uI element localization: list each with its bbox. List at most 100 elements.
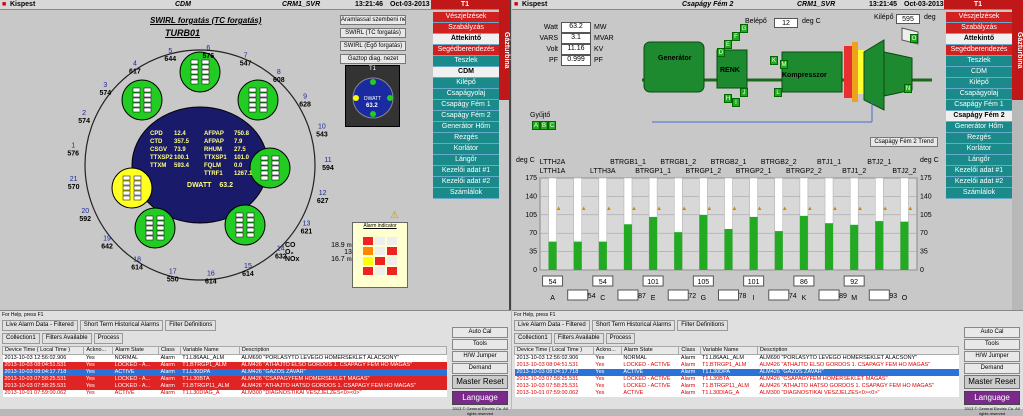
menu-item-7[interactable]: Csapágyolaj	[946, 89, 1012, 100]
view-button-4[interactable]: Gaztop diag. nezet	[340, 54, 406, 64]
alarm-column-header[interactable]: Class	[157, 346, 181, 355]
menu-item-13[interactable]: Lángőr	[433, 155, 499, 166]
alarm-column-header[interactable]: Variable Name	[179, 346, 240, 355]
alarm-column-header[interactable]: Ackno...	[592, 346, 622, 355]
left-side-tab[interactable]: Gázturbina	[499, 0, 510, 100]
menu-item-14[interactable]: Kezelői adat #1	[946, 166, 1012, 177]
alarm-column-header[interactable]: Alarm State	[620, 346, 680, 355]
menu-item-7[interactable]: Csapágyolaj	[433, 89, 499, 100]
menu-item-3[interactable]: Segédberendezés	[946, 45, 1012, 56]
alarm-row[interactable]: 2013-10-03 08:04:17.718 Yes ACTIVE Alarm T1.…	[2, 369, 447, 376]
menu-item-8[interactable]: Csapágy Fém 1	[946, 100, 1012, 111]
menu-item-3[interactable]: Segédberendezés	[433, 45, 499, 56]
alarm-side-button-2[interactable]: H/W Jumper	[964, 351, 1020, 362]
alarm-column-header[interactable]: Class	[678, 346, 701, 355]
view-button-3[interactable]: SWIRL (Égő forgatás)	[340, 41, 406, 51]
language-button[interactable]: Language	[452, 391, 508, 405]
menu-item-12[interactable]: Korlátor	[433, 144, 499, 155]
menu-item-15[interactable]: Kezelői adat #2	[433, 177, 499, 188]
alarm-row[interactable]: 2013-10-03 12:56:02.906 Yes NORMAL Alarm T1.…	[514, 354, 959, 362]
menu-item-9[interactable]: Csapágy Fém 2	[433, 111, 499, 122]
alarm-side-button-2[interactable]: H/W Jumper	[452, 351, 508, 362]
burner-cell	[133, 195, 142, 201]
alarm-column-header[interactable]: Variable Name	[699, 346, 758, 355]
burner-can-3[interactable]	[237, 79, 279, 121]
alarm-side-button-1[interactable]: Tools	[452, 339, 508, 350]
alarm-row[interactable]: 2013-10-03 07:58:25.531 Yes LOCKED - A... A…	[2, 383, 447, 390]
alarm-tab-0[interactable]: Live Alarm Data - Filtered	[514, 320, 590, 331]
alarm-side-button-0[interactable]: Auto Cal	[964, 327, 1020, 338]
master-reset-button[interactable]: Master Reset	[452, 375, 508, 389]
menu-item-9[interactable]: Csapágy Fém 2	[946, 111, 1012, 122]
menu-item-6[interactable]: Kilépő	[433, 78, 499, 89]
alarm-row[interactable]: 2013-10-03 07:58:25.531 Yes LOCKED - ACTIV…	[514, 376, 959, 383]
master-reset-button[interactable]: Master Reset	[964, 375, 1020, 389]
alarm-tab-2[interactable]: Filter Definitions	[677, 320, 729, 331]
alarm-row[interactable]: 2013-10-03 12:56:02.906 Yes NORMAL Alarm T1.…	[2, 354, 447, 362]
menu-item-0[interactable]: Vészjelzések	[946, 12, 1012, 23]
alarm-toolbar-item-2[interactable]: Process	[605, 333, 636, 344]
menu-item-0[interactable]: Vészjelzések	[433, 12, 499, 23]
menu-item-13[interactable]: Lángőr	[946, 155, 1012, 166]
menu-item-5[interactable]: CDM	[946, 67, 1012, 78]
chart-value-box	[768, 289, 790, 301]
alarm-column-header[interactable]: Device Time ( Local Time )	[1, 346, 85, 355]
alarm-toolbar-item-1[interactable]: Filters Available	[553, 333, 604, 344]
alarm-toolbar-item-1[interactable]: Filters Available	[41, 333, 92, 344]
alarm-row[interactable]: 2013-10-03 08:04:51.531 Yes LOCKED - ACTIV…	[514, 362, 959, 369]
menu-item-10[interactable]: Generátor Hőm	[946, 122, 1012, 133]
alarm-toolbar-item-0[interactable]: Collection1	[514, 333, 552, 344]
burner-can-2[interactable]	[121, 79, 163, 121]
burner-id-4: 4	[133, 61, 137, 68]
trend-button[interactable]: Csapágy Fém 2 Trend	[870, 137, 938, 147]
burner-can-7[interactable]	[111, 167, 153, 209]
alarm-side-button-3[interactable]: Demand	[964, 363, 1020, 374]
menu-item-16[interactable]: Számlálok	[946, 188, 1012, 199]
burner-can-5[interactable]	[224, 204, 266, 246]
view-button-1[interactable]: Aramlassal szembeni nezet	[340, 15, 406, 25]
alarm-side-button-0[interactable]: Auto Cal	[452, 327, 508, 338]
alarm-row[interactable]: 2013-10-03 07:58:25.531 Yes LOCKED - ACTIV…	[514, 383, 959, 390]
burner-cell	[248, 102, 257, 108]
alarm-row[interactable]: 2013-10-03 08:04:51.531 Yes LOCKED - A... A…	[2, 362, 447, 369]
menu-item-4[interactable]: Teszlek	[433, 56, 499, 67]
menu-item-6[interactable]: Kilépő	[946, 78, 1012, 89]
view-button-2[interactable]: SWIRL (TC forgatás)	[340, 28, 406, 38]
alarm-side-button-3[interactable]: Demand	[452, 363, 508, 374]
alarm-tab-1[interactable]: Short Term Historical Alarms	[79, 320, 164, 331]
menu-item-16[interactable]: Számlálok	[433, 188, 499, 199]
language-button[interactable]: Language	[964, 391, 1020, 405]
right-side-tab[interactable]: Gázturbina	[1012, 0, 1023, 100]
menu-item-8[interactable]: Csapágy Fém 1	[433, 100, 499, 111]
menu-item-11[interactable]: Rezgés	[946, 133, 1012, 144]
alarm-column-header[interactable]: Device Time ( Local Time )	[514, 346, 594, 355]
menu-item-2[interactable]: Áttekintő	[946, 34, 1012, 45]
alarm-row[interactable]: 2013-10-01 07:59:00.062 Yes ACTIVE Alarm T1.…	[2, 390, 447, 397]
alarm-indicator-box[interactable]: Alarm indicator	[352, 222, 408, 288]
alarm-row[interactable]: 2013-10-03 07:58:25.531 Yes LOCKED - A... A…	[2, 376, 447, 383]
alarm-toolbar-item-0[interactable]: Collection1	[2, 333, 40, 344]
menu-item-1[interactable]: Szabályzás	[946, 23, 1012, 34]
menu-item-10[interactable]: Generátor Hőm	[433, 122, 499, 133]
alarm-side-button-1[interactable]: Tools	[964, 339, 1020, 350]
alarm-row[interactable]: 2013-10-01 07:59:00.062 Yes ACTIVE Alarm T1.…	[514, 390, 959, 397]
burner-cell	[143, 87, 152, 93]
alarm-column-header[interactable]: Description	[756, 346, 960, 355]
menu-item-15[interactable]: Kezelői adat #2	[946, 177, 1012, 188]
menu-item-4[interactable]: Teszlek	[946, 56, 1012, 67]
alarm-tab-2[interactable]: Filter Definitions	[165, 320, 217, 331]
alarm-tab-1[interactable]: Short Term Historical Alarms	[591, 320, 676, 331]
alarm-toolbar-item-2[interactable]: Process	[93, 333, 124, 344]
alarm-tab-0[interactable]: Live Alarm Data - Filtered	[2, 320, 78, 331]
burner-can-6[interactable]	[134, 207, 176, 249]
alarm-column-header[interactable]: Alarm State	[112, 346, 159, 355]
menu-item-12[interactable]: Korlátor	[946, 144, 1012, 155]
menu-item-5[interactable]: CDM	[433, 67, 499, 78]
menu-item-2[interactable]: Áttekintő	[433, 34, 499, 45]
menu-item-11[interactable]: Rezgés	[433, 133, 499, 144]
alarm-row[interactable]: 2013-10-03 08:04:17.718 Yes ACTIVE Alarm T1.…	[514, 369, 959, 376]
alarm-column-header[interactable]: Description	[238, 346, 448, 355]
menu-item-1[interactable]: Szabályzás	[433, 23, 499, 34]
alarm-column-header[interactable]: Ackno...	[83, 346, 114, 355]
menu-item-14[interactable]: Kezelői adat #1	[433, 166, 499, 177]
